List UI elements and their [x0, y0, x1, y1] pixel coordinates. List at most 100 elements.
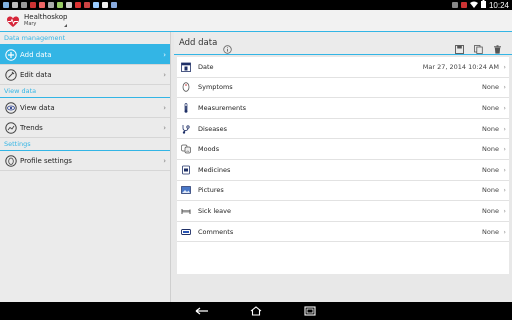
chevron-right-icon: › [163, 50, 166, 59]
list-item-sick-leave[interactable]: Sick leave None › [177, 201, 509, 222]
row-label: Date [198, 62, 214, 71]
pill-icon [181, 165, 191, 175]
game-notification-icon [75, 2, 81, 8]
row-value: None [482, 103, 499, 112]
comment-icon [181, 227, 191, 237]
row-label: Moods [198, 145, 220, 154]
delete-icon[interactable] [493, 39, 502, 54]
sidebar: Data management Add data › Edit data › V… [0, 32, 171, 302]
list-item-date[interactable]: Date Mar 27, 2014 10:24 AM › [177, 57, 509, 78]
battery-icon [480, 0, 486, 10]
section-header-data-management: Data management [0, 32, 170, 45]
row-label: Pictures [198, 186, 224, 195]
image-notification-icon [3, 2, 9, 8]
chevron-right-icon: › [503, 145, 506, 154]
list-item-medicines[interactable]: Medicines None › [177, 160, 509, 181]
chevron-right-icon: › [503, 165, 506, 174]
chevron-right-icon: › [163, 103, 166, 112]
sidebar-item-label: Edit data [20, 70, 52, 79]
chevron-right-icon: › [503, 186, 506, 195]
home-button-icon[interactable] [249, 306, 263, 316]
no-sim-icon [460, 2, 467, 8]
row-label: Medicines [198, 165, 231, 174]
row-label: Diseases [198, 124, 227, 133]
thermometer-icon [181, 103, 191, 113]
account-selector[interactable]: Healthoskop Mary [24, 14, 67, 27]
app-notification-icon [66, 2, 72, 8]
content-panel: Add data Date Mar 27, 2014 10:24 AM › Sy… [174, 32, 512, 302]
tool-notification-icon [12, 2, 18, 8]
chevron-right-icon: › [503, 62, 506, 71]
row-label: Sick leave [198, 206, 231, 215]
sidebar-item-view-data[interactable]: View data › [0, 98, 170, 118]
status-bar: 10:24 [0, 0, 512, 10]
android-icon [57, 2, 63, 8]
app-logo-heart-icon[interactable] [6, 14, 20, 28]
list-item-moods[interactable]: Moods None › [177, 139, 509, 160]
app-notification-icon [39, 2, 45, 8]
sidebar-item-label: Profile settings [20, 156, 72, 165]
app-notification-icon [93, 2, 99, 8]
list-item-diseases[interactable]: Diseases None › [177, 119, 509, 140]
chevron-right-icon: › [163, 156, 166, 165]
sidebar-item-profile-settings[interactable]: Profile settings › [0, 151, 170, 171]
chevron-right-icon: › [503, 227, 506, 236]
row-value: None [482, 124, 499, 133]
row-label: Measurements [198, 103, 247, 112]
row-value: None [482, 206, 499, 215]
action-bar: Healthoskop Mary [0, 10, 512, 32]
bed-icon [181, 206, 191, 216]
app-notification-icon [30, 2, 36, 8]
list-item-symptoms[interactable]: Symptoms None › [177, 78, 509, 99]
row-label: Symptoms [198, 83, 233, 92]
row-value: Mar 27, 2014 10:24 AM [422, 62, 499, 71]
chevron-right-icon: › [163, 70, 166, 79]
section-header-view-data: View data [0, 85, 170, 98]
info-icon[interactable] [223, 39, 233, 54]
picture-icon [181, 185, 191, 195]
app-notification-icon [48, 2, 54, 8]
copy-icon[interactable] [474, 39, 483, 54]
add-data-list: Date Mar 27, 2014 10:24 AM › Symptoms No… [177, 57, 509, 274]
list-item-pictures[interactable]: Pictures None › [177, 181, 509, 202]
list-item-comments[interactable]: Comments None › [177, 222, 509, 243]
wifi-icon [469, 1, 478, 10]
system-navigation-bar [0, 302, 512, 320]
email-notification-icon [21, 2, 27, 8]
screenshot-icon [451, 2, 458, 8]
recent-apps-button-icon[interactable] [303, 306, 317, 316]
page-title: Add data [179, 38, 218, 48]
dropdown-indicator-icon [64, 24, 67, 27]
row-value: None [482, 186, 499, 195]
pencil-circle-icon [4, 68, 17, 81]
chevron-right-icon: › [503, 124, 506, 133]
chevron-right-icon: › [503, 206, 506, 215]
plus-circle-icon [4, 48, 17, 61]
back-button-icon[interactable] [195, 306, 209, 316]
main-area: Data management Add data › Edit data › V… [0, 32, 512, 302]
app-title: Healthoskop [24, 13, 68, 21]
trend-chart-icon [4, 121, 17, 134]
save-icon[interactable] [455, 39, 464, 54]
content-header: Add data [174, 32, 512, 55]
sidebar-item-edit-data[interactable]: Edit data › [0, 65, 170, 85]
calendar-icon [181, 62, 191, 72]
sidebar-item-label: Add data [20, 50, 52, 59]
row-label: Comments [198, 227, 234, 236]
row-value: None [482, 83, 499, 92]
sidebar-item-add-data[interactable]: Add data › [0, 45, 170, 65]
list-item-measurements[interactable]: Measurements None › [177, 98, 509, 119]
chevron-right-icon: › [503, 103, 506, 112]
eye-icon [4, 101, 17, 114]
game-notification-icon [84, 2, 90, 8]
sidebar-item-trends[interactable]: Trends › [0, 118, 170, 138]
row-value: None [482, 227, 499, 236]
chevron-right-icon: › [163, 123, 166, 132]
clock: 10:24 [488, 0, 509, 10]
profile-icon [4, 154, 17, 167]
stethoscope-icon [181, 124, 191, 134]
sidebar-item-label: Trends [20, 123, 43, 132]
row-value: None [482, 165, 499, 174]
user-name: Mary [24, 21, 37, 27]
row-value: None [482, 145, 499, 154]
